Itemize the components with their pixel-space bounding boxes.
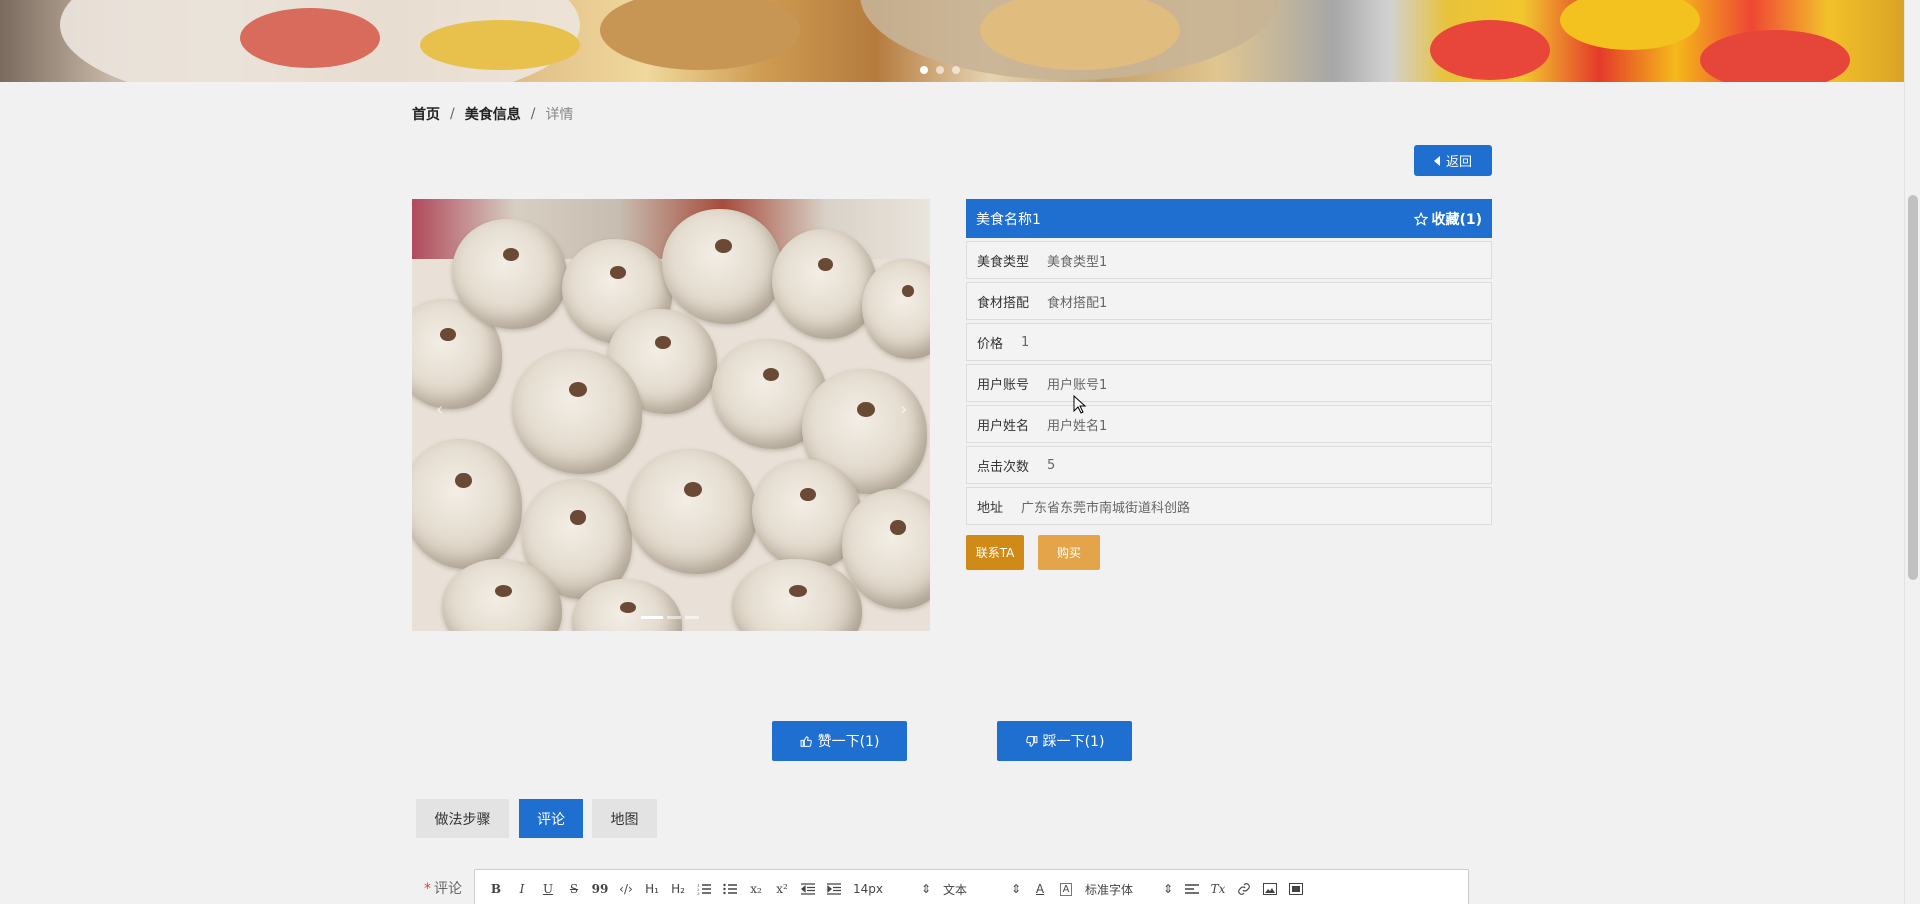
info-label: 食材搭配 (977, 295, 1030, 311)
like-button[interactable]: 赞一下(1) (772, 721, 907, 761)
info-value: 美食类型1 (1047, 254, 1108, 270)
info-value: 用户姓名1 (1047, 418, 1108, 434)
info-value: 用户账号1 (1047, 377, 1108, 393)
food-image-carousel[interactable]: ‹ › (412, 199, 930, 631)
thumbs-down-icon (1025, 735, 1037, 747)
comment-label-text: 评论 (434, 881, 462, 897)
top-banner-image (0, 0, 1904, 82)
star-outline-icon (1414, 211, 1429, 226)
font-size-select[interactable]: 14px ⇕ (847, 877, 937, 901)
breadcrumb-home[interactable]: 首页 (412, 104, 440, 124)
comment-label: * 评论 (424, 878, 462, 898)
favorite-button[interactable]: 收藏(1) (1414, 209, 1482, 229)
bullet-list-icon[interactable] (717, 877, 743, 901)
header-select[interactable]: 文本 ⇕ (937, 877, 1027, 901)
image-icon[interactable] (1257, 877, 1283, 901)
info-value: 1 (1021, 334, 1030, 350)
carousel-indicator[interactable] (641, 616, 663, 619)
tab-steps[interactable]: 做法步骤 (416, 799, 509, 838)
mouse-cursor-icon (1073, 395, 1087, 414)
info-row-ingredients: 食材搭配 食材搭配1 (966, 282, 1492, 320)
font-color-icon[interactable]: A (1027, 877, 1053, 901)
link-icon[interactable] (1231, 877, 1257, 901)
info-label: 点击次数 (977, 459, 1030, 475)
breadcrumb: 首页 / 美食信息 / 详情 (412, 104, 573, 124)
carousel-next-icon[interactable]: › (900, 399, 907, 420)
required-mark: * (424, 881, 431, 897)
superscript-button[interactable]: x² (769, 877, 795, 901)
align-icon[interactable] (1179, 877, 1205, 901)
back-button-label: 返回 (1445, 155, 1472, 170)
code-block-button[interactable]: ‹/› (613, 877, 639, 901)
indent-icon[interactable] (821, 877, 847, 901)
blockquote-button[interactable]: 99 (587, 877, 613, 901)
info-value: 食材搭配1 (1047, 295, 1108, 311)
info-label: 用户姓名 (977, 418, 1030, 434)
food-title-bar: 美食名称1 收藏(1) (966, 199, 1492, 238)
subscript-button[interactable]: x₂ (743, 877, 769, 901)
clear-format-button[interactable]: Tx (1205, 877, 1231, 901)
tab-map[interactable]: 地图 (592, 799, 657, 838)
breadcrumb-separator: / (530, 106, 536, 122)
food-name: 美食名称1 (976, 211, 1041, 228)
tab-comments[interactable]: 评论 (519, 799, 583, 838)
info-label: 用户账号 (977, 377, 1030, 393)
header-1-button[interactable]: H₁ (639, 877, 665, 901)
outdent-icon[interactable] (795, 877, 821, 901)
select-arrows-icon: ⇕ (1010, 882, 1021, 896)
info-label: 地址 (977, 500, 1004, 516)
comment-editor-toolbar: B I U S 99 ‹/› H₁ H₂ 123 x₂ x² 14px ⇕ 文本… (474, 869, 1469, 904)
info-label: 价格 (977, 336, 1004, 352)
favorite-label: 收藏(1) (1431, 211, 1482, 228)
info-row-address: 地址 广东省东莞市南城街道科创路 (966, 487, 1492, 525)
back-button[interactable]: 返回 (1414, 145, 1492, 176)
buy-button[interactable]: 购买 (1038, 535, 1100, 570)
dislike-button[interactable]: 踩一下(1) (997, 721, 1132, 761)
font-size-value: 14px (853, 882, 883, 896)
info-row-click-count: 点击次数 5 (966, 446, 1492, 484)
thumbs-up-icon (800, 735, 812, 747)
carousel-indicator[interactable] (667, 616, 681, 619)
info-row-user-account: 用户账号 用户账号1 (966, 364, 1492, 402)
scrollbar-thumb[interactable] (1908, 195, 1918, 580)
strike-button[interactable]: S (561, 877, 587, 901)
caret-left-icon (1433, 155, 1440, 166)
header-2-button[interactable]: H₂ (665, 877, 691, 901)
font-family-select[interactable]: 标准字体 ⇕ (1079, 877, 1179, 901)
banner-indicator[interactable] (920, 66, 960, 74)
contact-button[interactable]: 联系TA (966, 535, 1024, 570)
select-arrows-icon: ⇕ (1162, 882, 1173, 896)
svg-text:3: 3 (697, 891, 700, 895)
info-row-food-type: 美食类型 美食类型1 (966, 241, 1492, 279)
breadcrumb-food-info[interactable]: 美食信息 (465, 104, 521, 124)
info-row-price: 价格 1 (966, 323, 1492, 361)
ordered-list-icon[interactable]: 123 (691, 877, 717, 901)
info-label: 美食类型 (977, 254, 1030, 270)
like-label: 赞一下(1) (817, 734, 880, 750)
video-icon[interactable] (1283, 877, 1309, 901)
page-scrollbar[interactable] (1904, 0, 1920, 904)
info-row-user-name: 用户姓名 用户姓名1 (966, 405, 1492, 443)
breadcrumb-current: 详情 (545, 107, 574, 123)
italic-button[interactable]: I (509, 877, 535, 901)
bold-button[interactable]: B (483, 877, 509, 901)
background-color-icon[interactable]: A (1053, 877, 1079, 901)
info-value: 广东省东莞市南城街道科创路 (1021, 500, 1191, 516)
font-family-value: 标准字体 (1085, 882, 1134, 897)
underline-button[interactable]: U (535, 877, 561, 901)
breadcrumb-separator: / (450, 106, 455, 122)
carousel-prev-icon[interactable]: ‹ (436, 399, 443, 420)
dislike-label: 踩一下(1) (1042, 734, 1105, 750)
carousel-indicator[interactable] (685, 616, 699, 619)
info-value: 5 (1047, 457, 1056, 473)
select-arrows-icon: ⇕ (920, 882, 931, 896)
header-value: 文本 (943, 882, 968, 897)
